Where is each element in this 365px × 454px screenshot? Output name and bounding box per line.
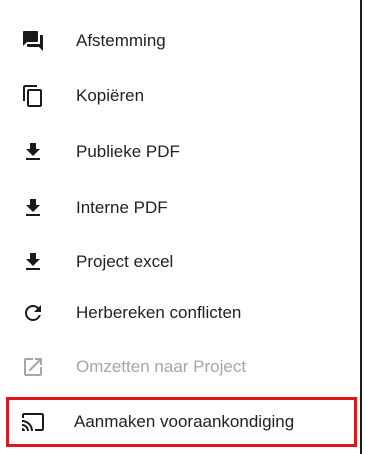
cast-icon — [20, 409, 46, 435]
download-icon — [20, 139, 46, 165]
refresh-icon — [20, 300, 46, 326]
open-in-new-icon — [20, 354, 46, 380]
menu-item-herbereken-conflicten[interactable]: Herbereken conflicten — [0, 286, 360, 340]
menu-item-project-excel[interactable]: Project excel — [0, 235, 360, 289]
menu-item-aanmaken-vooraankondiging[interactable]: Aanmaken vooraankondiging — [6, 397, 357, 447]
menu-item-label: Herbereken conflicten — [76, 303, 242, 322]
menu-item-kopieren[interactable]: Kopiëren — [0, 69, 360, 123]
forum-icon — [20, 28, 46, 54]
menu-item-interne-pdf[interactable]: Interne PDF — [0, 181, 360, 235]
menu-item-omzetten-naar-project: Omzetten naar Project — [0, 340, 360, 394]
download-icon — [20, 249, 46, 275]
download-icon — [20, 195, 46, 221]
menu-item-label: Afstemming — [76, 31, 166, 50]
menu-item-label: Interne PDF — [76, 198, 168, 217]
menu-item-publieke-pdf[interactable]: Publieke PDF — [0, 125, 360, 179]
menu-item-label: Aanmaken vooraankondiging — [74, 412, 295, 431]
menu-item-label: Project excel — [76, 252, 174, 271]
menu-item-label: Kopiëren — [76, 86, 145, 105]
menu-item-afstemming[interactable]: Afstemming — [0, 14, 360, 68]
copy-icon — [20, 83, 46, 109]
context-menu: Afstemming Kopiëren Publieke PDF Interne… — [0, 0, 362, 454]
menu-item-label: Publieke PDF — [76, 142, 180, 161]
menu-item-label: Omzetten naar Project — [76, 357, 247, 376]
